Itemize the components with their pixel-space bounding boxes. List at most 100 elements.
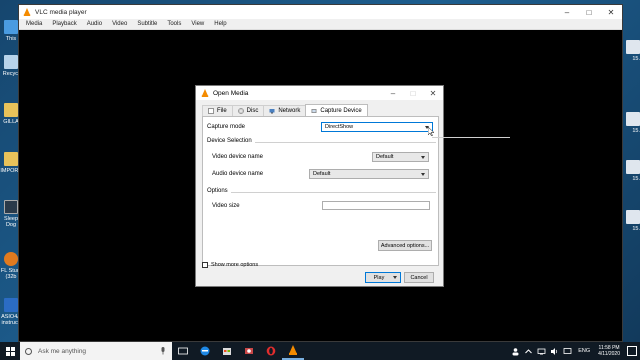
file-icon	[626, 210, 640, 224]
cancel-label: Cancel	[410, 274, 428, 281]
search-placeholder: Ask me anything	[38, 347, 87, 355]
tab-label: File	[217, 108, 227, 114]
capture-device-tab-icon	[311, 108, 317, 113]
disc-tab-icon	[237, 108, 244, 114]
show-more-options-label: Show more options	[211, 262, 259, 268]
vlc-cone-icon	[23, 8, 31, 16]
minimize-button[interactable]: –	[556, 5, 578, 19]
options-group	[207, 192, 436, 193]
file-tab-icon	[208, 108, 214, 114]
device-selection-label: Device Selection	[207, 138, 255, 144]
language-indicator[interactable]: ENG	[578, 348, 590, 354]
show-more-options-checkbox[interactable]: Show more options	[202, 262, 258, 268]
vlc-cone-icon	[201, 89, 209, 97]
opera-icon	[266, 346, 276, 356]
cancel-button[interactable]: Cancel	[404, 272, 434, 283]
task-view-button[interactable]	[172, 342, 194, 360]
game-app-icon	[245, 348, 253, 354]
chevron-down-icon	[421, 156, 425, 159]
menu-audio[interactable]: Audio	[82, 21, 107, 27]
tab-file[interactable]: File	[202, 105, 233, 116]
network-icon[interactable]	[537, 347, 546, 356]
tab-label: Disc	[246, 108, 259, 114]
chevron-up-icon[interactable]	[524, 347, 533, 356]
play-label: Play	[373, 274, 385, 281]
menu-subtitle[interactable]: Subtitle	[132, 21, 162, 27]
tab-network[interactable]: Network	[263, 105, 307, 116]
file-icon	[626, 160, 640, 174]
file-icon	[626, 40, 640, 54]
taskbar-clock[interactable]: 11:58 PM 4/11/2020	[598, 345, 620, 357]
people-icon[interactable]	[511, 347, 520, 356]
video-device-value: Default	[376, 154, 394, 160]
action-center-icon[interactable]	[627, 346, 637, 356]
menu-media[interactable]: Media	[21, 21, 47, 27]
chat-icon[interactable]	[563, 347, 572, 356]
checkbox-box[interactable]	[202, 262, 208, 268]
tab-label: Capture Device	[320, 107, 362, 114]
video-size-label: Video size	[212, 203, 240, 209]
dialog-maximize-button: □	[410, 88, 416, 98]
close-button[interactable]: ✕	[600, 5, 622, 19]
dialog-title: Open Media	[213, 89, 249, 97]
maximize-button[interactable]: □	[578, 5, 600, 19]
video-size-input[interactable]	[322, 201, 430, 210]
dialog-minimize-button[interactable]: –	[383, 89, 403, 98]
video-device-label: Video device name	[212, 154, 263, 160]
menu-playback[interactable]: Playback	[47, 21, 81, 27]
dialog-title-bar[interactable]: Open Media – □ ✕	[196, 86, 443, 100]
taskbar-app-game[interactable]	[238, 342, 260, 360]
taskbar-store[interactable]	[216, 342, 238, 360]
store-icon	[223, 348, 231, 355]
taskbar-opera[interactable]	[260, 342, 282, 360]
app-icon	[4, 200, 18, 214]
folder-icon	[4, 152, 18, 166]
capture-device-panel: Capture mode DirectShow Device Selection…	[202, 116, 439, 266]
dialog-close-button[interactable]: ✕	[423, 89, 443, 98]
menu-video[interactable]: Video	[107, 21, 132, 27]
taskbar-edge[interactable]	[194, 342, 216, 360]
tab-capture-device[interactable]: Capture Device	[305, 104, 368, 116]
tab-label: Network	[278, 108, 301, 114]
folder-icon	[4, 103, 18, 117]
taskbar-search[interactable]: Ask me anything	[20, 342, 172, 360]
open-media-dialog: Open Media – □ ✕ File Disc Network Captu…	[195, 85, 444, 287]
audio-device-label: Audio device name	[212, 171, 264, 177]
menu-view[interactable]: View	[186, 21, 209, 27]
vlc-menu-bar: Media Playback Audio Video Subtitle Tool…	[19, 19, 622, 30]
chevron-down-icon[interactable]	[393, 276, 397, 279]
advanced-options-button[interactable]: Advanced options...	[378, 240, 432, 251]
mouse-cursor-icon	[428, 127, 434, 136]
vlc-cone-icon	[289, 345, 297, 355]
fl-studio-icon	[4, 252, 18, 266]
tab-disc[interactable]: Disc	[231, 105, 265, 116]
clock-date: 4/11/2020	[598, 351, 620, 357]
audio-device-value: Default	[313, 171, 331, 177]
start-button[interactable]	[0, 342, 20, 360]
menu-tools[interactable]: Tools	[162, 21, 186, 27]
options-label: Options	[207, 188, 231, 194]
chevron-down-icon	[421, 173, 425, 176]
taskbar: Ask me anything ENG 11:58 PM 4/11/2020	[0, 342, 640, 360]
task-view-icon	[178, 347, 188, 355]
recycle-bin-icon	[4, 55, 18, 69]
dialog-tabs: File Disc Network Capture Device	[202, 104, 368, 116]
search-icon	[25, 347, 32, 355]
menu-help[interactable]: Help	[209, 21, 231, 27]
this-pc-icon	[4, 20, 18, 34]
vlc-title-bar[interactable]: VLC media player – □ ✕	[19, 5, 622, 19]
play-button[interactable]: Play	[365, 272, 401, 283]
system-tray: ENG 11:58 PM 4/11/2020	[509, 342, 640, 360]
windows-logo-icon	[5, 346, 15, 356]
drag-guide-line	[432, 137, 510, 138]
microphone-icon[interactable]	[160, 347, 166, 355]
capture-mode-label: Capture mode	[207, 124, 246, 130]
volume-icon[interactable]	[550, 347, 559, 356]
audio-device-select[interactable]: Default	[309, 169, 429, 179]
vlc-title: VLC media player	[35, 8, 87, 16]
video-device-select[interactable]: Default	[372, 152, 429, 162]
taskbar-vlc[interactable]	[282, 342, 304, 360]
capture-mode-value: DirectShow	[325, 124, 354, 130]
network-tab-icon	[269, 109, 275, 114]
capture-mode-select[interactable]: DirectShow	[321, 122, 433, 132]
